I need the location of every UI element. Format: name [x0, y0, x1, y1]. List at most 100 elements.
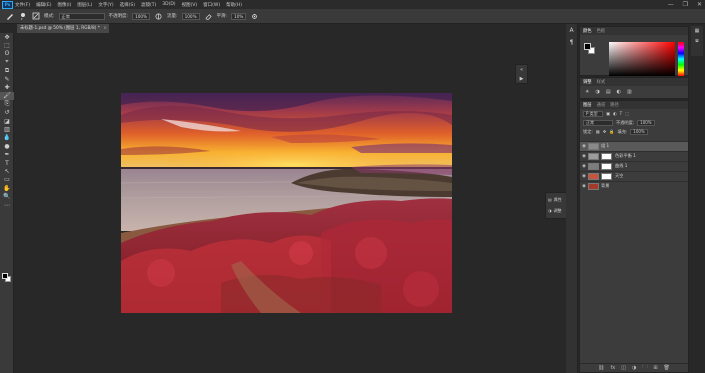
pen-tool-icon[interactable]: ✒: [0, 150, 14, 158]
layer-mask-thumbnail[interactable]: [601, 152, 612, 160]
menu-3d[interactable]: 3D(D): [162, 2, 175, 7]
type-tool-icon[interactable]: T: [0, 159, 14, 167]
brush-size-icon[interactable]: ▾: [18, 12, 27, 21]
marquee-tool-icon[interactable]: ⬚: [0, 41, 14, 49]
maximize-button[interactable]: ❐: [683, 0, 688, 9]
layer-thumbnail[interactable]: [588, 142, 599, 150]
hand-tool-icon[interactable]: ✋: [0, 184, 14, 192]
exposure-icon[interactable]: ◐: [617, 89, 621, 95]
layer-mask-thumbnail[interactable]: [601, 162, 612, 170]
paragraph-panel-icon[interactable]: ¶: [566, 36, 577, 48]
crop-tool-icon[interactable]: ⧉: [0, 67, 14, 75]
vibrance-icon[interactable]: ▥: [627, 89, 632, 95]
brush-tool-preset-icon[interactable]: [5, 12, 14, 21]
lock-all-icon[interactable]: 🔒: [609, 129, 614, 135]
clone-stamp-tool-icon[interactable]: ⎘: [0, 100, 14, 108]
menu-type[interactable]: 文字(Y): [98, 2, 113, 8]
layer-thumbnail[interactable]: [588, 152, 599, 160]
menu-filter[interactable]: 滤镜(T): [141, 2, 156, 8]
dodge-tool-icon[interactable]: ●: [0, 142, 14, 150]
layer-thumbnail[interactable]: [588, 172, 599, 180]
foreground-swatch[interactable]: [584, 43, 591, 50]
quick-select-tool-icon[interactable]: ⌖: [0, 58, 14, 66]
tab-channels[interactable]: 通道: [597, 102, 606, 108]
close-tab-icon[interactable]: ×: [103, 24, 107, 33]
filter-pixel-icon[interactable]: ▣: [606, 111, 610, 116]
minimize-button[interactable]: —: [668, 0, 674, 9]
tab-adjustments[interactable]: 调整: [583, 79, 592, 85]
mode-select[interactable]: 正常: [58, 12, 105, 20]
lasso-tool-icon[interactable]: ʘ: [0, 50, 14, 58]
tab-color[interactable]: 颜色: [583, 28, 592, 34]
layer-row[interactable]: ◉ 背景: [580, 181, 688, 191]
lock-position-icon[interactable]: ✥: [603, 129, 607, 134]
fill-field[interactable]: 100%: [630, 128, 648, 135]
blur-tool-icon[interactable]: 💧: [0, 134, 14, 142]
levels-icon[interactable]: ◑: [595, 89, 599, 95]
menu-select[interactable]: 选择(S): [120, 2, 135, 8]
new-adjustment-icon[interactable]: ◑: [632, 365, 636, 371]
filter-adjust-icon[interactable]: ◐: [613, 111, 617, 116]
tab-styles[interactable]: 样式: [597, 79, 606, 85]
layer-mask-thumbnail[interactable]: [601, 172, 612, 180]
curves-icon[interactable]: ▤: [606, 89, 611, 95]
menu-file[interactable]: 文件(F): [15, 2, 30, 8]
history-brush-tool-icon[interactable]: ↺: [0, 109, 14, 117]
visibility-eye-icon[interactable]: ◉: [580, 174, 588, 179]
canvas-image[interactable]: [121, 93, 452, 313]
zoom-tool-icon[interactable]: 🔍: [0, 192, 14, 200]
layer-style-icon[interactable]: fx: [610, 365, 615, 371]
edit-toolbar-icon[interactable]: ⋯: [0, 201, 14, 209]
expand-panels-icon[interactable]: «: [516, 65, 527, 74]
menu-help[interactable]: 帮助(H): [226, 2, 242, 8]
blend-mode-select[interactable]: 正常: [583, 119, 613, 126]
brush-tool-icon[interactable]: 🖌: [0, 91, 14, 101]
delete-layer-icon[interactable]: 🗑: [664, 365, 670, 371]
tab-paths[interactable]: 路径: [610, 102, 619, 108]
layer-filter-select[interactable]: Ρ 类型: [583, 110, 603, 117]
play-action-icon[interactable]: ▶: [516, 74, 527, 83]
filter-shape-icon[interactable]: ⬚: [625, 111, 629, 116]
lock-pixels-icon[interactable]: ▦: [596, 129, 600, 134]
eyedropper-tool-icon[interactable]: ✎: [0, 75, 14, 83]
foreground-color-swatch[interactable]: [2, 273, 8, 279]
smoothing-field[interactable]: 10%: [231, 12, 247, 20]
layer-row[interactable]: ◉ 天空: [580, 171, 688, 181]
tab-swatches[interactable]: 色板: [597, 28, 606, 34]
shape-tool-icon[interactable]: ▭: [0, 176, 14, 184]
menu-edit[interactable]: 编辑(E): [36, 2, 51, 8]
color-picker-field[interactable]: [609, 42, 675, 76]
character-panel-icon[interactable]: A: [566, 24, 577, 36]
layer-row[interactable]: ◉ 色彩平衡 1: [580, 151, 688, 161]
close-window-button[interactable]: ✕: [697, 0, 702, 9]
histogram-icon[interactable]: ⧈: [691, 36, 703, 46]
brush-settings-icon[interactable]: [31, 12, 40, 21]
healing-brush-tool-icon[interactable]: ✚: [0, 83, 14, 91]
move-tool-icon[interactable]: ✥: [0, 33, 14, 41]
eraser-tool-icon[interactable]: ◪: [0, 117, 14, 125]
smoothing-options-icon[interactable]: [250, 12, 259, 21]
new-group-icon[interactable]: 🗀: [642, 364, 647, 372]
visibility-eye-icon[interactable]: ◉: [580, 154, 588, 159]
menu-window[interactable]: 窗口(W): [203, 2, 220, 8]
flow-field[interactable]: 100%: [181, 12, 200, 20]
libraries-icon[interactable]: ▦: [691, 26, 703, 36]
document-tab[interactable]: 未标题-1.psd @ 50% (图层 1, RGB/8) * ×: [17, 24, 109, 33]
layer-row[interactable]: ◉ 组 1: [580, 141, 688, 151]
visibility-eye-icon[interactable]: ◉: [580, 164, 588, 169]
new-layer-icon[interactable]: ⊞: [653, 365, 657, 371]
add-mask-icon[interactable]: ◫: [621, 365, 626, 371]
path-select-tool-icon[interactable]: ↖: [0, 167, 14, 175]
brightness-icon[interactable]: ☀: [585, 89, 589, 95]
tab-layers[interactable]: 图层: [583, 102, 592, 108]
gradient-tool-icon[interactable]: ▥: [0, 125, 14, 133]
opacity-field[interactable]: 100%: [132, 12, 151, 20]
menu-view[interactable]: 视图(V): [182, 2, 198, 8]
layer-opacity-field[interactable]: 100%: [637, 119, 655, 126]
airbrush-icon[interactable]: [204, 12, 213, 21]
layer-row[interactable]: ◉ 曲线 1: [580, 161, 688, 171]
layer-thumbnail[interactable]: [588, 182, 599, 190]
pressure-opacity-icon[interactable]: [154, 12, 163, 21]
menu-image[interactable]: 图像(I): [57, 2, 71, 8]
filter-type-icon[interactable]: T: [620, 111, 623, 116]
